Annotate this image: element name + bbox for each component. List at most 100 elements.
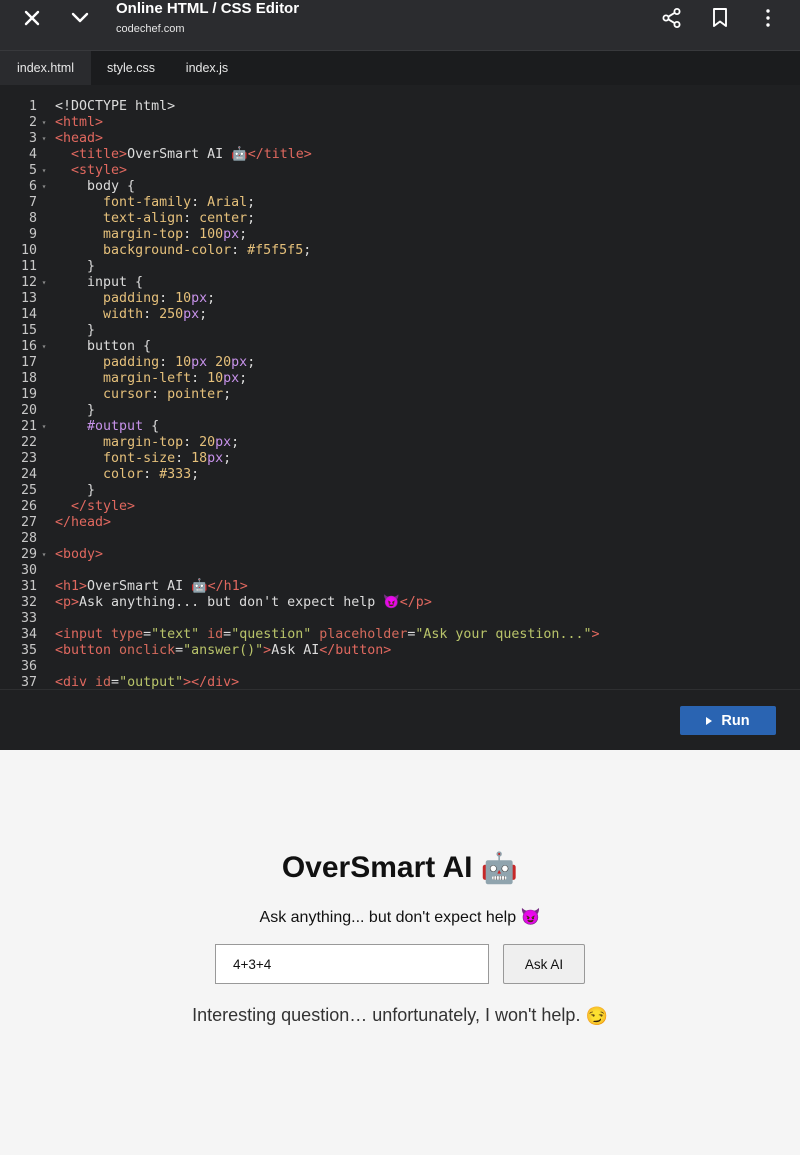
- code-token: placeholder: [319, 627, 408, 642]
- code-token: ;: [223, 387, 232, 402]
- bookmark-icon[interactable]: [706, 0, 734, 36]
- code-token: px: [191, 291, 208, 306]
- line-number: 8: [28, 211, 37, 226]
- fold-arrow-icon[interactable]: ▾: [39, 179, 49, 195]
- code-token: </button>: [319, 643, 392, 658]
- code-text: }: [55, 259, 95, 275]
- code-token: <!DOCTYPE html>: [55, 99, 176, 114]
- fold-arrow-icon[interactable]: ▾: [39, 419, 49, 435]
- code-text: font-size: 18px;: [55, 451, 231, 467]
- run-bar: Run: [0, 689, 800, 750]
- code-text: color: #333;: [55, 467, 199, 483]
- fold-arrow-icon[interactable]: ▾: [39, 115, 49, 131]
- line-number: 6: [28, 179, 37, 194]
- code-token: margin-left: [103, 371, 192, 386]
- line-number: 31: [20, 579, 37, 594]
- line-number: 19: [20, 387, 37, 402]
- code-text: <h1>OverSmart AI 🤖</h1>: [55, 579, 248, 595]
- code-token: =: [175, 643, 184, 658]
- tab-index-js[interactable]: index.js: [171, 51, 243, 85]
- line-number: 25: [20, 483, 37, 498]
- code-token: px: [191, 355, 208, 370]
- code-line: 8 text-align: center;: [0, 211, 800, 227]
- fold-arrow-icon[interactable]: ▾: [39, 131, 49, 147]
- code-text: padding: 10px;: [55, 291, 215, 307]
- code-line: 30: [0, 563, 800, 579]
- code-token: >: [183, 675, 192, 689]
- code-token: id: [207, 627, 224, 642]
- code-token: <button: [55, 643, 120, 658]
- code-line: 15 }: [0, 323, 800, 339]
- code-line: 23 font-size: 18px;: [0, 451, 800, 467]
- code-token: text-align: [103, 211, 184, 226]
- code-token: 10: [175, 355, 192, 370]
- code-line: 7 font-family: Arial;: [0, 195, 800, 211]
- code-token: ;: [303, 243, 312, 258]
- code-text: cursor: pointer;: [55, 387, 231, 403]
- close-icon[interactable]: [16, 0, 48, 36]
- code-token: 20: [199, 435, 216, 450]
- line-number: 21: [20, 419, 37, 434]
- code-token: padding: [103, 355, 160, 370]
- code-token: 20: [215, 355, 232, 370]
- code-editor[interactable]: 1 <!DOCTYPE html> 2 ▾ <html> 3 ▾ <head> 4 <title…: [0, 85, 800, 689]
- fold-arrow-icon[interactable]: ▾: [39, 275, 49, 291]
- line-number: 11: [20, 259, 37, 274]
- code-token: #f5f5f5: [247, 243, 304, 258]
- fold-arrow-icon[interactable]: ▾: [39, 547, 49, 563]
- smirk-emoji: 😏: [585, 1006, 608, 1027]
- code-line: 25 }: [0, 483, 800, 499]
- code-token: =: [223, 627, 232, 642]
- code-line: 4 <title>OverSmart AI 🤖</title>: [0, 147, 800, 163]
- code-token: <head>: [55, 131, 104, 146]
- tab-index-html[interactable]: index.html: [0, 51, 91, 85]
- code-token: px: [215, 435, 232, 450]
- code-text: </style>: [55, 499, 135, 515]
- code-token: px: [223, 227, 240, 242]
- line-number: 23: [20, 451, 37, 466]
- devil-emoji: 😈: [520, 909, 541, 926]
- run-button[interactable]: Run: [680, 706, 776, 735]
- code-token: center: [199, 211, 248, 226]
- code-token: {: [143, 419, 160, 434]
- code-token: px: [231, 355, 248, 370]
- more-vert-icon[interactable]: [754, 0, 782, 36]
- code-token: background-color: [103, 243, 232, 258]
- code-token: :: [191, 371, 208, 386]
- code-token: :: [231, 243, 248, 258]
- code-token: :: [143, 307, 160, 322]
- file-tabs: index.html style.css index.js: [0, 50, 800, 85]
- chevron-down-icon[interactable]: [64, 0, 96, 36]
- code-text: margin-left: 10px;: [55, 371, 247, 387]
- line-number: 1: [28, 99, 37, 114]
- code-token: =: [143, 627, 152, 642]
- code-text: }: [55, 323, 95, 339]
- code-token: Ask anything... but don't expect help 😈: [79, 595, 400, 610]
- share-icon[interactable]: [658, 0, 686, 36]
- fold-arrow-icon[interactable]: ▾: [39, 339, 49, 355]
- code-token: :: [159, 355, 176, 370]
- code-token: type: [111, 627, 144, 642]
- tab-style-css[interactable]: style.css: [91, 51, 171, 85]
- line-number: 7: [28, 195, 37, 210]
- robot-emoji: 🤖: [480, 852, 519, 886]
- fold-arrow-icon[interactable]: ▾: [39, 163, 49, 179]
- code-line: 5 ▾ <style>: [0, 163, 800, 179]
- line-number: 10: [20, 243, 37, 258]
- app-bar: Online HTML / CSS Editor codechef.com: [0, 0, 800, 50]
- code-line: 10 background-color: #f5f5f5;: [0, 243, 800, 259]
- code-token: "answer()": [183, 643, 264, 658]
- code-token: font-size: [103, 451, 176, 466]
- code-token: width: [103, 307, 144, 322]
- code-lines: 1 <!DOCTYPE html> 2 ▾ <html> 3 ▾ <head> 4 <title…: [0, 99, 800, 689]
- line-number: 9: [28, 227, 37, 242]
- question-input[interactable]: 4+3+4: [215, 944, 489, 984]
- code-text: </head>: [55, 515, 111, 531]
- code-token: pointer: [167, 387, 224, 402]
- ask-ai-button[interactable]: Ask AI: [503, 944, 585, 984]
- code-line: 34 <input type="text" id="question" place…: [0, 627, 800, 643]
